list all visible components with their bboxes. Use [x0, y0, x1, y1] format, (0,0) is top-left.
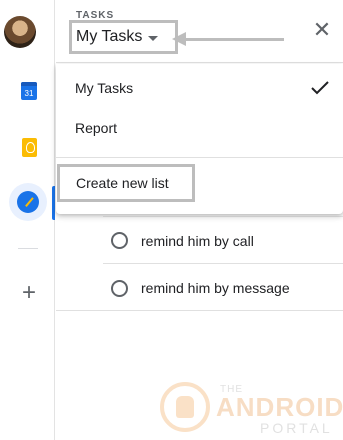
menu-item-label: Report [75, 120, 118, 136]
task-title: remind him by message [141, 280, 290, 296]
task-checkbox[interactable] [111, 232, 128, 249]
watermark: THE ANDROID PORTAL [160, 382, 343, 438]
menu-divider [56, 157, 343, 158]
rail-divider [18, 248, 38, 249]
keep-bulb-icon [21, 137, 37, 157]
tasks-check-icon [17, 191, 39, 213]
chevron-down-icon [148, 35, 159, 41]
keep-icon[interactable] [12, 130, 46, 164]
check-icon [311, 81, 329, 95]
create-new-list-label: Create new list [76, 175, 169, 191]
arrow-shaft [184, 38, 284, 41]
tasks-icon[interactable] [9, 183, 47, 221]
close-icon[interactable]: ✕ [310, 18, 334, 42]
menu-item-my-tasks[interactable]: My Tasks [56, 68, 343, 108]
menu-item-label: My Tasks [75, 80, 134, 96]
task-list-bottom-divider [56, 310, 343, 311]
list-dropdown-menu: My Tasks Report Create new list [56, 64, 343, 214]
menu-item-report[interactable]: Report [56, 108, 343, 148]
task-title: remind him by call [141, 232, 254, 249]
avatar[interactable] [4, 16, 36, 48]
list-selector-label: My Tasks [76, 28, 143, 45]
task-row[interactable]: remind him by message [103, 265, 343, 311]
calendar-day-label: 31 [21, 82, 37, 100]
app-rail: 31 + [0, 0, 55, 440]
calendar-icon[interactable]: 31 [12, 74, 46, 108]
watermark-android: ANDROID [216, 392, 343, 422]
annotation-arrow [172, 32, 284, 46]
task-checkbox[interactable] [111, 279, 128, 297]
active-app-indicator [52, 186, 55, 220]
create-new-list-button[interactable]: Create new list [57, 164, 195, 202]
watermark-logo-icon [160, 382, 210, 432]
header-divider [56, 62, 343, 63]
add-icon[interactable]: + [12, 276, 46, 310]
task-list-border [103, 216, 343, 217]
task-row[interactable]: remind him by call [103, 218, 343, 264]
list-selector[interactable]: My Tasks [69, 20, 178, 54]
watermark-portal: PORTAL [260, 420, 333, 436]
